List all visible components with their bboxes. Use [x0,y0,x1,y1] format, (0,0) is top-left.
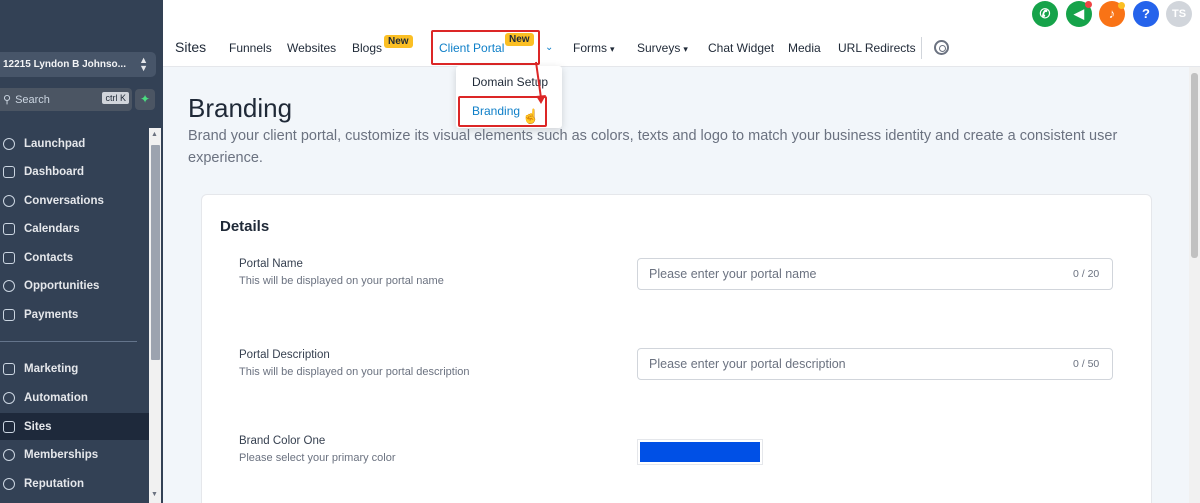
tab-blogs[interactable]: Blogs [352,41,382,55]
sidebar-item-label: Marketing [24,362,79,375]
sidebar-item-label: Memberships [24,448,99,461]
star-icon [3,477,15,490]
tab-forms[interactable]: Forms ▾ [573,41,615,55]
memberships-icon [3,448,15,461]
sidebar-item-contacts[interactable]: Contacts [0,244,149,271]
sidebar-scrollbar-thumb[interactable] [151,145,160,360]
page-description: Brand your client portal, customize its … [188,128,1118,166]
portal-name-label: Portal Name [239,258,303,270]
sidebar-item-conversations[interactable]: Conversations [0,187,149,214]
brand-color-one-help: Please select your primary color [239,452,396,464]
sidebar-item-label: Sites [24,420,52,433]
sidebar-item-label: Contacts [24,251,74,264]
sidebar-item-label: Calendars [24,222,80,235]
chat-bubble-icon [3,194,15,207]
automation-icon [3,391,15,404]
scroll-up-icon[interactable]: ▲ [151,131,158,138]
sidebar-item-memberships[interactable]: Memberships [0,441,149,468]
sidebar-item-label: Conversations [24,194,104,207]
sidebar-item-payments[interactable]: Payments [0,301,149,328]
tab-label: Forms [573,41,607,55]
sidebar-item-dashboard[interactable]: Dashboard [0,158,149,185]
search-box[interactable]: ⚲ Search ctrl K [0,88,132,111]
notification-dot [1085,1,1092,8]
tab-funnels[interactable]: Funnels [229,41,272,55]
portal-name-help: This will be displayed on your portal na… [239,275,444,287]
section-title: Sites [175,39,207,55]
sidebar-item-label: Reputation [24,477,85,490]
portal-description-counter: 0 / 50 [1073,358,1100,370]
tab-separator [921,37,922,59]
tab-surveys[interactable]: Surveys ▾ [637,41,688,55]
location-name: 12215 Lyndon B Johnso... [3,59,126,70]
scroll-down-icon[interactable]: ▼ [151,491,158,498]
sidebar-item-sites[interactable]: Sites [0,413,149,440]
chevron-down-icon: ▾ [683,44,688,54]
sidebar: 12215 Lyndon B Johnso... ▲ ▼ ⚲ Search ctr… [0,0,163,503]
new-badge: New [384,35,413,48]
portal-name-input[interactable] [637,258,1113,290]
ai-spark-icon[interactable]: ✦ [135,89,155,110]
tab-url-redirects[interactable]: URL Redirects [838,41,916,55]
location-switcher[interactable]: 12215 Lyndon B Johnso... ▲ ▼ [0,52,156,77]
gear-icon[interactable] [934,40,949,55]
avatar[interactable]: TS [1166,1,1192,27]
portal-description-input[interactable] [637,348,1113,380]
sidebar-item-calendars[interactable]: Calendars [0,215,149,242]
menu-item-domain-setup[interactable]: Domain Setup [472,75,548,89]
search-shortcut: ctrl K [102,92,129,104]
phone-icon[interactable]: ✆ [1032,1,1058,27]
sidebar-item-label: Payments [24,308,79,321]
portal-name-counter: 0 / 20 [1073,268,1100,280]
sidebar-divider [0,341,137,342]
sidebar-item-reputation[interactable]: Reputation [0,470,149,497]
chevron-down-icon[interactable]: ⌄ [545,42,553,53]
tab-websites[interactable]: Websites [287,41,336,55]
sidebar-item-label: Launchpad [24,137,86,150]
tab-label: Surveys [637,41,681,55]
calendar-icon [3,222,15,235]
contacts-icon [3,251,15,264]
sidebar-item-launchpad[interactable]: Launchpad [0,130,149,157]
sidebar-item-label: Opportunities [24,279,100,292]
sidebar-item-automation[interactable]: Automation [0,384,149,411]
highlight-client-portal [431,30,540,65]
brand-color-one-label: Brand Color One [239,435,326,447]
marketing-icon [3,362,15,375]
hand-cursor-icon: ☝ [522,108,540,124]
opportunities-icon [3,279,15,292]
chevron-updown-icon: ▲ ▼ [139,55,148,73]
launchpad-icon [3,137,15,150]
sidebar-item-marketing[interactable]: Marketing [0,355,149,382]
sidebar-item-opportunities[interactable]: Opportunities [0,272,149,299]
top-navigation: Sites Funnels Websites Blogs New Client … [163,0,1200,67]
help-icon[interactable]: ? [1133,1,1159,27]
payments-icon [3,308,15,321]
notification-dot [1118,2,1125,9]
portal-description-label: Portal Description [239,349,330,361]
brand-color-one-picker[interactable] [637,439,763,465]
page-title: Branding [188,93,293,123]
tab-media[interactable]: Media [788,41,821,55]
details-title: Details [220,218,270,235]
brand-color-swatch [640,442,760,462]
search-icon: ⚲ [3,94,12,106]
sites-icon [3,420,15,433]
tab-chat-widget[interactable]: Chat Widget [708,41,774,55]
sidebar-item-label: Dashboard [24,165,85,178]
dashboard-icon [3,165,15,178]
portal-description-help: This will be displayed on your portal de… [239,366,470,378]
search-placeholder: Search [15,93,50,106]
sidebar-item-label: Automation [24,391,88,404]
chevron-down-icon: ▾ [610,44,615,54]
page-scrollbar-thumb[interactable] [1191,73,1198,258]
